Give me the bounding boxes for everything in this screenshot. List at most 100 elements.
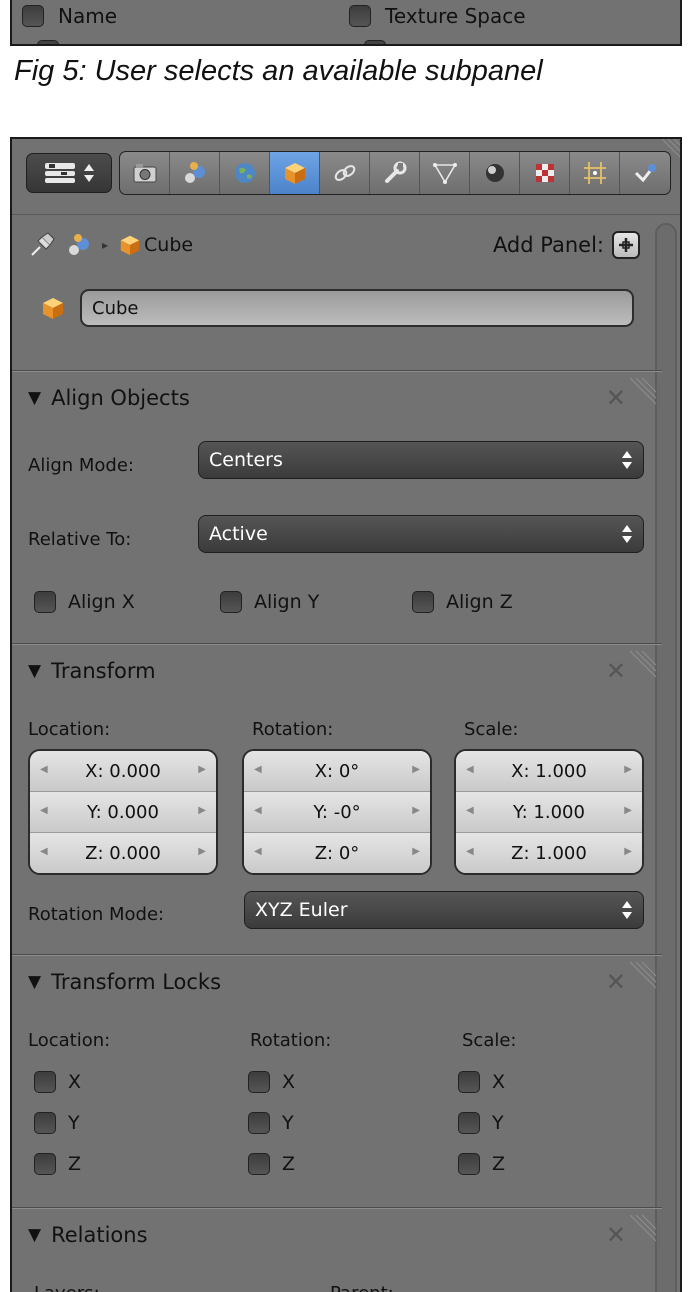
panel-header-align-objects[interactable]: ▼ Align Objects ✕ — [12, 370, 662, 423]
scale-label: Scale: — [464, 719, 519, 740]
axis-label: Z — [68, 1153, 82, 1175]
align-mode-label: Align Mode: — [28, 455, 134, 476]
lock-scale-z[interactable]: Z — [458, 1153, 505, 1175]
drag-grip-icon[interactable] — [628, 376, 658, 418]
texture-checker-icon — [535, 164, 554, 182]
lock-location-label: Location: — [28, 1030, 111, 1051]
tab-constraints[interactable] — [320, 152, 370, 194]
location-z-field[interactable]: ◀ Z: 0.000 ▶ — [30, 833, 216, 873]
axis-label: Z — [492, 1153, 506, 1175]
align-z-checkbox[interactable] — [412, 591, 434, 613]
add-panel-control: Add Panel: — [493, 231, 640, 259]
checkbox[interactable] — [248, 1071, 270, 1093]
scale-x-field[interactable]: ◀ X: 1.000 ▶ — [456, 751, 642, 792]
up-down-arrows-icon — [622, 525, 632, 543]
checkbox[interactable] — [34, 1071, 56, 1093]
tab-texture[interactable] — [520, 152, 570, 194]
collapse-triangle-icon: ▼ — [28, 387, 42, 408]
layers-label: Layers: — [34, 1283, 100, 1292]
location-y-field[interactable]: ◀ Y: 0.000 ▶ — [30, 792, 216, 833]
drag-grip-icon[interactable] — [628, 649, 658, 691]
lock-scale-y[interactable]: Y — [458, 1112, 504, 1134]
align-z-checkbox-row[interactable]: Align Z — [412, 591, 513, 613]
lock-rotation-z[interactable]: Z — [248, 1153, 295, 1175]
rotation-z-field[interactable]: ◀ Z: 0° ▶ — [244, 833, 430, 873]
texture-space-checkbox-label: Texture Space — [385, 4, 526, 28]
close-panel-icon[interactable]: ✕ — [606, 384, 626, 412]
lock-rotation-y[interactable]: Y — [248, 1112, 294, 1134]
align-mode-dropdown[interactable]: Centers — [198, 441, 644, 479]
checkbox[interactable] — [458, 1112, 480, 1134]
panel-header-relations[interactable]: ▼ Relations ✕ — [12, 1207, 662, 1260]
scale-z-field[interactable]: ◀ Z: 1.000 ▶ — [456, 833, 642, 873]
collapse-triangle-icon: ▼ — [28, 660, 42, 681]
name-checkbox[interactable] — [22, 5, 44, 27]
editor-type-selector[interactable] — [26, 153, 112, 193]
scale-y-field[interactable]: ◀ Y: 1.000 ▶ — [456, 792, 642, 833]
panel-title: Relations — [51, 1222, 148, 1247]
axis-label: Y — [68, 1112, 80, 1134]
location-z-value: Z: 0.000 — [85, 843, 161, 864]
previous-panel-fragment: Name Texture Space — [10, 0, 682, 46]
location-x-field[interactable]: ◀ X: 0.000 ▶ — [30, 751, 216, 792]
rotation-mode-value: XYZ Euler — [255, 899, 348, 921]
align-mode-value: Centers — [209, 449, 283, 471]
checkbox[interactable] — [458, 1071, 480, 1093]
tab-material[interactable] — [470, 152, 520, 194]
lock-rotation-x[interactable]: X — [248, 1071, 295, 1093]
lock-location-z[interactable]: Z — [34, 1153, 81, 1175]
object-name-field[interactable]: Cube — [80, 289, 634, 327]
lock-location-x[interactable]: X — [34, 1071, 81, 1093]
rotation-y-value: Y: -0° — [313, 801, 361, 823]
align-y-checkbox[interactable] — [220, 591, 242, 613]
plus-icon — [619, 238, 633, 252]
texture-space-checkbox-row[interactable]: Texture Space — [349, 4, 526, 28]
tab-particles[interactable] — [570, 152, 620, 194]
align-x-checkbox[interactable] — [34, 591, 56, 613]
add-panel-button[interactable] — [612, 231, 640, 259]
align-x-label: Align X — [68, 591, 135, 613]
lock-location-y[interactable]: Y — [34, 1112, 80, 1134]
checkbox[interactable] — [458, 1153, 480, 1175]
tab-object[interactable] — [270, 152, 320, 194]
name-checkbox-row[interactable]: Name — [22, 4, 117, 28]
close-panel-icon[interactable]: ✕ — [606, 657, 626, 685]
up-down-arrows-icon — [622, 451, 632, 469]
rotation-mode-label: Rotation Mode: — [28, 904, 165, 925]
render-layers-icon — [184, 162, 205, 183]
rotation-y-field[interactable]: ◀ Y: -0° ▶ — [244, 792, 430, 833]
align-x-checkbox-row[interactable]: Align X — [34, 591, 135, 613]
align-y-checkbox-row[interactable]: Align Y — [220, 591, 319, 613]
pin-icon[interactable] — [28, 231, 56, 259]
axis-label: X — [282, 1071, 296, 1093]
tab-modifiers[interactable] — [370, 152, 420, 194]
up-down-arrows-icon — [84, 164, 94, 182]
rotation-x-field[interactable]: ◀ X: 0° ▶ — [244, 751, 430, 792]
checkbox[interactable] — [34, 1112, 56, 1134]
rotation-z-value: Z: 0° — [314, 843, 360, 864]
panel-header-transform-locks[interactable]: ▼ Transform Locks ✕ — [12, 954, 662, 1007]
checkbox[interactable] — [248, 1153, 270, 1175]
breadcrumb-object-name: Cube — [144, 234, 194, 256]
panel-title: Align Objects — [51, 385, 190, 410]
checkbox[interactable] — [34, 1153, 56, 1175]
panel-header-transform[interactable]: ▼ Transform ✕ — [12, 643, 662, 696]
rotation-mode-dropdown[interactable]: XYZ Euler — [244, 891, 644, 929]
relative-to-dropdown[interactable]: Active — [198, 515, 644, 553]
close-panel-icon[interactable]: ✕ — [606, 968, 626, 996]
drag-grip-icon[interactable] — [628, 1213, 658, 1255]
tab-world[interactable] — [220, 152, 270, 194]
context-tabs — [119, 151, 671, 195]
axis-label: Z — [282, 1153, 296, 1175]
checkbox[interactable] — [248, 1112, 270, 1134]
drag-grip-icon[interactable] — [628, 960, 658, 1002]
close-panel-icon[interactable]: ✕ — [606, 1221, 626, 1249]
location-y-value: Y: 0.000 — [87, 801, 159, 823]
texture-space-checkbox[interactable] — [349, 5, 371, 27]
lock-scale-x[interactable]: X — [458, 1071, 505, 1093]
area-corner-grip[interactable] — [656, 139, 680, 163]
relative-to-value: Active — [209, 523, 268, 545]
tab-mesh-data[interactable] — [420, 152, 470, 194]
tab-render[interactable] — [120, 152, 170, 194]
tab-render-layers[interactable] — [170, 152, 220, 194]
